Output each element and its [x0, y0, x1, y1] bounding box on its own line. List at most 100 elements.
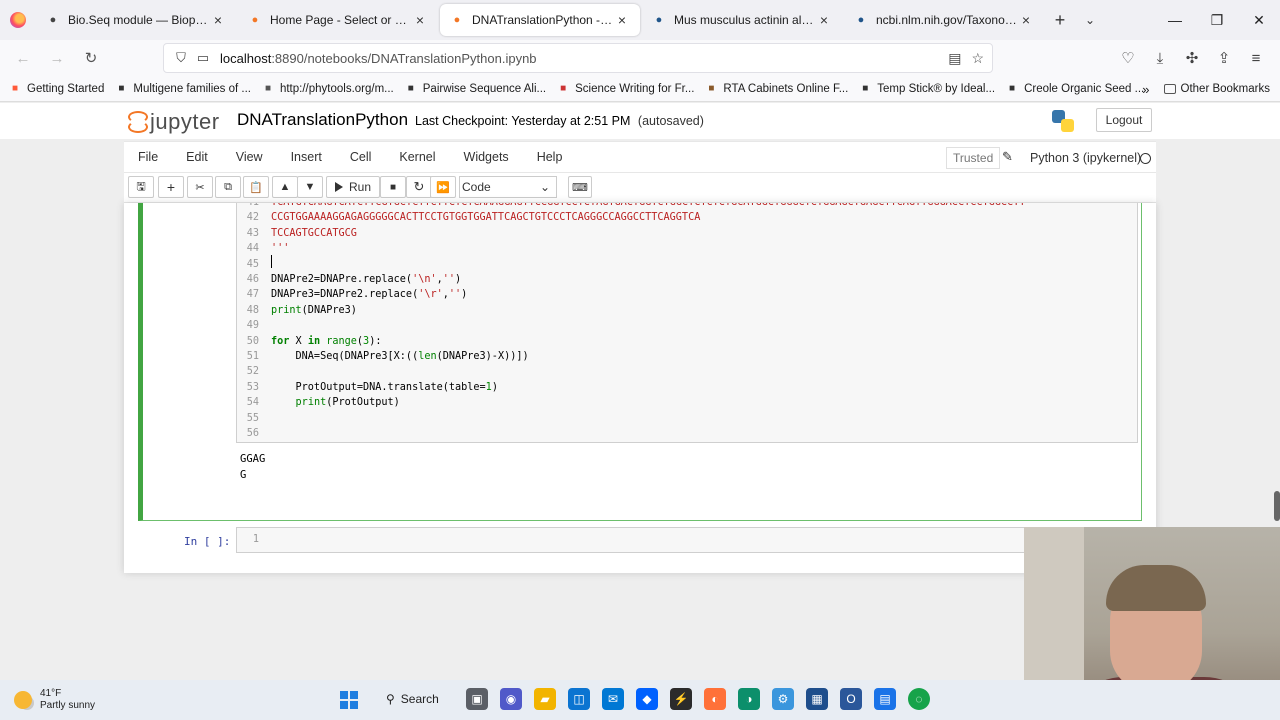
- weather-condition: Partly sunny: [40, 700, 96, 711]
- bookmark-item[interactable]: ■ Getting Started: [8, 82, 104, 96]
- shield-icon[interactable]: ⛉: [170, 50, 192, 66]
- command-palette-icon[interactable]: ⌨: [568, 176, 592, 198]
- forward-icon[interactable]: →: [40, 50, 74, 67]
- reader-view-icon[interactable]: ▤: [948, 50, 961, 67]
- menu-cell[interactable]: Cell: [336, 141, 386, 173]
- rta-icon: ■: [708, 83, 715, 94]
- bookmarks-overflow-icon[interactable]: »: [1142, 82, 1149, 97]
- file-explorer-icon[interactable]: ▰: [534, 688, 556, 710]
- store-icon[interactable]: ◫: [568, 688, 590, 710]
- bookmark-star-icon[interactable]: ☆: [971, 50, 984, 67]
- interrupt-kernel-icon[interactable]: ■: [380, 176, 406, 198]
- other-bookmarks-folder[interactable]: Other Bookmarks: [1163, 83, 1270, 95]
- code-line: 52: [237, 364, 1137, 379]
- menu-file[interactable]: File: [124, 141, 172, 173]
- code-editor-empty[interactable]: 1: [236, 527, 1138, 553]
- paste-icon[interactable]: 📋: [243, 176, 269, 198]
- bookmark-item[interactable]: ■ Temp Stick® by Ideal...: [858, 82, 995, 96]
- restart-run-all-icon[interactable]: ⏩: [430, 176, 456, 198]
- logout-button[interactable]: Logout: [1096, 108, 1152, 132]
- share-icon[interactable]: ⇪: [1208, 49, 1240, 67]
- bookmark-item[interactable]: ■ Science Writing for Fr...: [556, 82, 694, 96]
- close-window-icon[interactable]: ✕: [1238, 0, 1280, 40]
- search-icon: ⚲: [386, 692, 395, 706]
- windows-start-icon[interactable]: [340, 691, 358, 709]
- trusted-indicator[interactable]: Trusted: [946, 147, 1001, 169]
- code-line: 42 CCGTGGAAAAGGAGAGGGGGCACTTCCTGTGGTGGATT…: [237, 210, 1137, 225]
- extensions-icon[interactable]: ✣: [1176, 49, 1208, 67]
- settings-icon[interactable]: ⚙: [772, 688, 794, 710]
- menu-kernel[interactable]: Kernel: [385, 141, 449, 173]
- back-icon[interactable]: ←: [6, 50, 40, 67]
- browser-tab[interactable]: ● Home Page - Select or create a×: [238, 4, 438, 36]
- bookmark-label: Science Writing for Fr...: [575, 82, 695, 95]
- terminal-icon[interactable]: ⚡: [670, 688, 692, 710]
- save-icon[interactable]: 🖫: [128, 176, 154, 198]
- close-tab-icon[interactable]: ×: [412, 12, 428, 28]
- loading-icon[interactable]: ◌: [908, 688, 930, 710]
- edge-icon[interactable]: ◑: [738, 688, 760, 710]
- run-button[interactable]: Run: [326, 176, 381, 198]
- bookmark-item[interactable]: ■ http://phytools.org/m...: [261, 82, 394, 96]
- science-icon: ■: [560, 83, 567, 94]
- bookmark-item[interactable]: ■ Pairwise Sequence Ali...: [404, 82, 546, 96]
- close-tab-icon[interactable]: ×: [210, 12, 226, 28]
- ncbi-icon: ●: [857, 14, 865, 26]
- copy-icon[interactable]: ⧉: [215, 176, 241, 198]
- temperature: 41°F: [40, 688, 62, 699]
- menu-widgets[interactable]: Widgets: [450, 141, 523, 173]
- code-text: ProtOutput=DNA.translate(table=1): [271, 381, 498, 393]
- output-line: G: [240, 469, 247, 481]
- cut-icon[interactable]: ✂: [187, 176, 213, 198]
- list-all-tabs-icon[interactable]: ⌄: [1076, 13, 1104, 27]
- weather-widget[interactable]: 41°F Partly sunny: [14, 688, 95, 712]
- app-icon[interactable]: ▦: [806, 688, 828, 710]
- menu-edit[interactable]: Edit: [172, 141, 222, 173]
- close-tab-icon[interactable]: ×: [1018, 12, 1034, 28]
- checkpoint-text: Last Checkpoint: Yesterday at 2:51 PM: [415, 114, 631, 128]
- outlook-icon[interactable]: O: [840, 688, 862, 710]
- reload-icon[interactable]: ↻: [74, 49, 108, 67]
- cell-type-select[interactable]: Code ⌄: [459, 176, 557, 198]
- firefox-icon[interactable]: ◐: [704, 688, 726, 710]
- kernel-name[interactable]: Python 3 (ipykernel): [1030, 151, 1141, 165]
- jupyter-logo[interactable]: jupyter: [128, 109, 220, 135]
- browser-tab[interactable]: ● Bio.Seq module — Biopython 1.×: [36, 4, 236, 36]
- chat-icon[interactable]: ◉: [500, 688, 522, 710]
- bookmark-item[interactable]: ■ Creole Organic Seed ...: [1005, 82, 1144, 96]
- close-tab-icon[interactable]: ×: [816, 12, 832, 28]
- biopython-icon: ●: [49, 14, 57, 26]
- bookmark-item[interactable]: ■ Multigene families of ...: [114, 82, 251, 96]
- mail-icon[interactable]: ✉: [602, 688, 624, 710]
- notebook-name[interactable]: DNATranslationPython: [237, 110, 408, 130]
- browser-tab[interactable]: ● Mus musculus actinin alpha 3, m×: [642, 4, 842, 36]
- empty-code-cell[interactable]: In [ ]: 1: [138, 525, 1142, 555]
- bookmark-item[interactable]: ■ RTA Cabinets Online F...: [704, 82, 848, 96]
- browser-tab[interactable]: ● ncbi.nlm.nih.gov/Taxonomy/Utils×: [844, 4, 1044, 36]
- restart-kernel-icon[interactable]: ↻: [406, 176, 432, 198]
- menu-help[interactable]: Help: [523, 141, 577, 173]
- downloads-icon[interactable]: ⤓: [1144, 50, 1176, 67]
- address-bar[interactable]: ⛉ ▭ localhost:8890/notebooks/DNATranslat…: [163, 43, 993, 73]
- menu-view[interactable]: View: [222, 141, 277, 173]
- page-scrollbar[interactable]: [1274, 491, 1280, 521]
- minimize-icon[interactable]: —: [1154, 0, 1196, 40]
- browser-tab[interactable]: ● DNATranslationPython - Jupyter×: [440, 4, 640, 36]
- firefox-menu-icon[interactable]: [0, 0, 36, 40]
- move-up-icon[interactable]: ▲: [272, 176, 298, 198]
- notepad-icon[interactable]: ▤: [874, 688, 896, 710]
- insert-cell-icon[interactable]: +: [158, 176, 184, 198]
- new-tab-button[interactable]: +: [1044, 10, 1076, 31]
- restore-icon[interactable]: ❐: [1196, 0, 1238, 40]
- dropbox-icon[interactable]: ◆: [636, 688, 658, 710]
- app-menu-icon[interactable]: ≡: [1240, 50, 1272, 67]
- url-text[interactable]: localhost:8890/notebooks/DNATranslationP…: [214, 51, 948, 66]
- close-tab-icon[interactable]: ×: [614, 12, 630, 28]
- menu-insert[interactable]: Insert: [277, 141, 336, 173]
- code-editor[interactable]: 41 TCATGTCAAGTCATCTTCGTGCTCTTCTTCTCTCAAAG…: [236, 203, 1138, 443]
- page-info-icon[interactable]: ▭: [192, 50, 214, 66]
- pocket-icon[interactable]: ♡: [1112, 49, 1144, 67]
- taskbar-search-button[interactable]: ⚲ Search: [386, 692, 439, 706]
- move-down-icon[interactable]: ▼: [297, 176, 323, 198]
- task-view-icon[interactable]: ▣: [466, 688, 488, 710]
